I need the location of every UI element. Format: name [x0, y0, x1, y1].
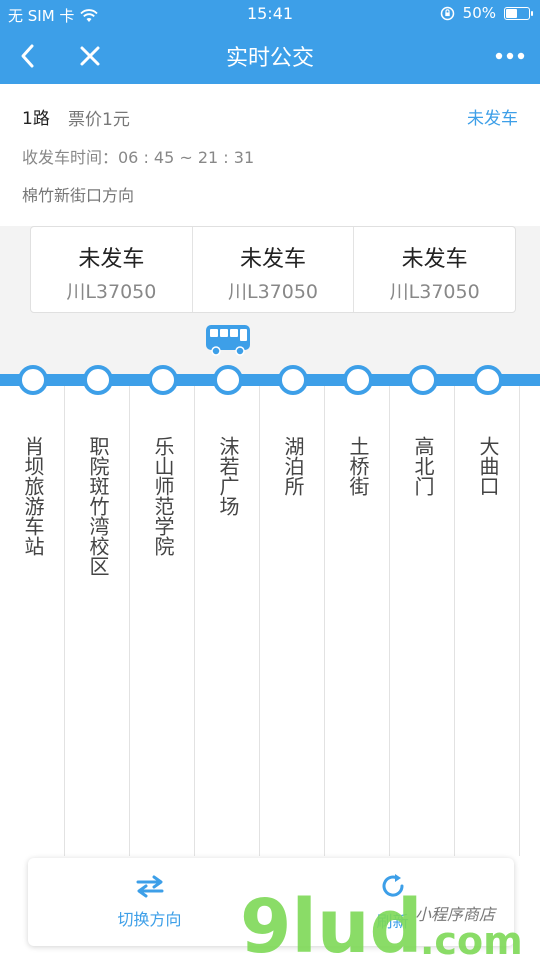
vehicle-plate: 川L37050: [389, 281, 480, 303]
refresh-label: 刷新: [376, 912, 409, 931]
refresh-icon: [382, 874, 404, 897]
switch-direction-label: 切换方向: [117, 910, 182, 929]
bus-icon[interactable]: [205, 324, 251, 356]
stop-dot[interactable]: [83, 365, 113, 395]
vehicle-card[interactable]: 未发车 川L37050: [193, 227, 355, 312]
vehicle-plate: 川L37050: [66, 281, 157, 303]
stop-dot[interactable]: [148, 365, 178, 395]
more-dots-icon: [495, 52, 525, 60]
route-direction: 棉竹新街口方向: [22, 186, 135, 205]
switch-arrows-icon: [136, 875, 163, 898]
route-fare: 票价1元: [68, 110, 130, 130]
route-line-number: 1路: [22, 109, 50, 129]
status-bar: 无 SIM 卡 15:41 50%: [0, 0, 540, 28]
stop-dot[interactable]: [473, 365, 503, 395]
nav-bar: 实时公交: [0, 28, 540, 84]
route-status[interactable]: 未发车: [467, 104, 518, 129]
stop-name: 大曲口: [476, 436, 500, 496]
service-hours: 收发车时间：06 : 45 ~ 21 : 31: [22, 148, 255, 167]
page-title: 实时公交: [225, 46, 314, 71]
stop-dot[interactable]: [278, 365, 308, 395]
orientation-lock-icon: [440, 6, 454, 20]
route-map: 未发车 川L37050 未发车 川L37050 未发车 川L37050 肖坝旅游…: [0, 226, 540, 960]
vehicle-cards: 未发车 川L37050 未发车 川L37050 未发车 川L37050: [30, 226, 516, 313]
vehicle-plate: 川L37050: [227, 281, 319, 303]
route-info: 1路 票价1元 未发车 收发车时间：06 : 45 ~ 21 : 31 棉竹新街…: [0, 84, 540, 226]
refresh-button[interactable]: 刷新: [271, 858, 514, 946]
stop-dot[interactable]: [408, 365, 438, 395]
stop-name: 沫若广场: [216, 436, 240, 516]
battery-icon: [504, 6, 533, 20]
route-track: [0, 374, 540, 386]
stop-name: 土桥街: [346, 436, 370, 496]
stop-name: 湖泊所: [281, 436, 305, 496]
vehicle-card[interactable]: 未发车 川L37050: [31, 227, 193, 312]
vehicle-status: 未发车: [401, 247, 468, 272]
vehicle-status: 未发车: [78, 247, 145, 272]
stop-name: 职院斑竹湾校区: [86, 436, 110, 576]
stop-dot[interactable]: [18, 365, 48, 395]
stop-dot[interactable]: [213, 365, 243, 395]
stop-dot[interactable]: [343, 365, 373, 395]
vehicle-card[interactable]: 未发车 川L37050: [354, 227, 515, 312]
switch-direction-button[interactable]: 切换方向: [28, 858, 271, 946]
vehicle-status: 未发车: [240, 247, 307, 272]
stop-name: 乐山师范学院: [151, 436, 175, 556]
bottom-action-bar: 切换方向 刷新: [28, 858, 514, 946]
stop-name: 高北门: [411, 436, 435, 496]
more-button[interactable]: [490, 36, 530, 76]
battery-percent: 50%: [462, 4, 496, 22]
stop-name: 肖坝旅游车站: [21, 436, 45, 556]
